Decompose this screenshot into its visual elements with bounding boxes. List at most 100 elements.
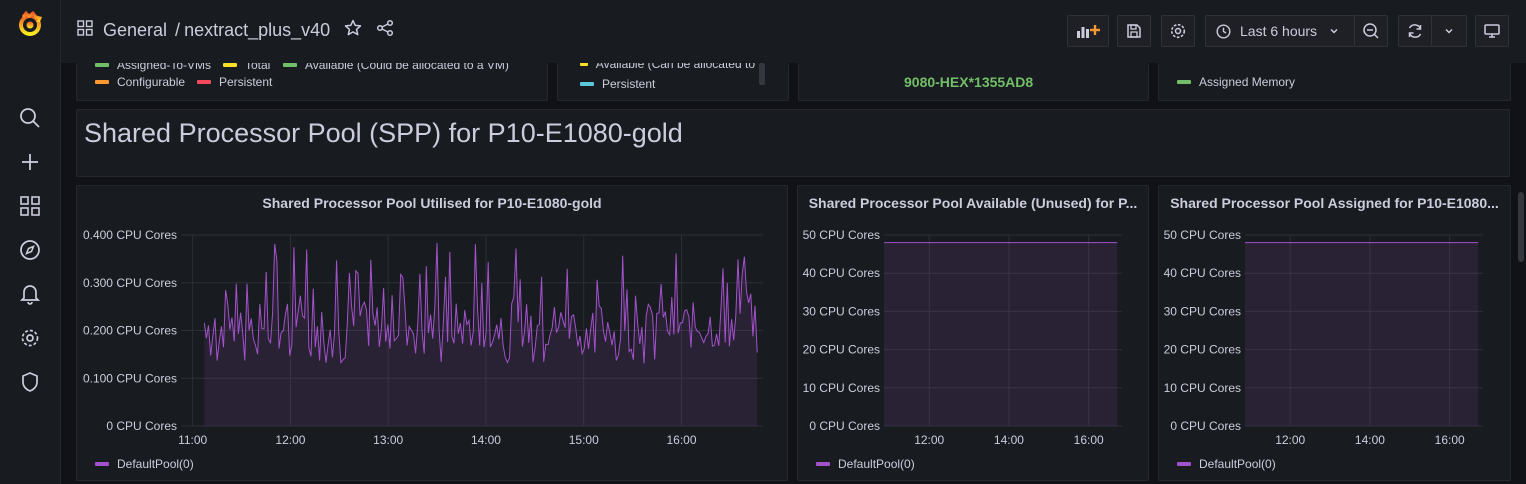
time-range-picker[interactable]: Last 6 hours: [1205, 15, 1355, 47]
breadcrumb-folder-link[interactable]: General: [103, 20, 167, 41]
y-tick-label: 20 CPU Cores: [803, 343, 880, 357]
legend-swatch: [1177, 462, 1191, 466]
legend-label: Persistent: [602, 77, 656, 91]
legend-item[interactable]: Total: [223, 63, 270, 72]
shield-icon[interactable]: [18, 370, 42, 394]
search-icon[interactable]: [18, 106, 42, 130]
star-icon[interactable]: [344, 19, 362, 42]
y-tick-label: 0 CPU Cores: [809, 419, 880, 433]
spp-assigned-chart[interactable]: 0 CPU Cores 10 CPU Cores 20 CPU Cores 30 CP…: [1159, 186, 1511, 481]
legend-item[interactable]: DefaultPool(0): [1177, 457, 1276, 471]
legend-item[interactable]: Assigned-To-VMs: [95, 63, 211, 72]
y-tick-label: 40 CPU Cores: [1164, 266, 1241, 280]
page-scrollbar[interactable]: [1518, 192, 1524, 262]
y-tick-label: 10 CPU Cores: [1164, 381, 1241, 395]
y-tick-label: 0 CPU Cores: [1170, 419, 1241, 433]
breadcrumb-separator: /: [175, 20, 181, 40]
spp-utilised-panel[interactable]: Shared Processor Pool Utilised for P10-E…: [76, 185, 788, 481]
tv-mode-button[interactable]: [1475, 15, 1509, 47]
legend-item[interactable]: Assigned Memory: [1177, 75, 1295, 89]
series-area: [1245, 242, 1479, 426]
legend-label: DefaultPool(0): [1199, 457, 1276, 471]
legend-item[interactable]: Available (Could be allocated to a VM): [283, 63, 509, 72]
explore-compass-icon[interactable]: [18, 238, 42, 262]
y-tick-label: 50 CPU Cores: [803, 228, 880, 242]
y-tick-label: 0.200 CPU Cores: [83, 324, 177, 338]
y-tick-label: 0.100 CPU Cores: [83, 371, 177, 385]
grafana-logo-icon[interactable]: [17, 10, 43, 37]
legend-swatch: [95, 63, 109, 67]
x-tick-label: 14:00: [1355, 433, 1385, 447]
legend-item[interactable]: Persistent: [580, 77, 655, 91]
dashboards-icon[interactable]: [18, 194, 42, 218]
cpu-legend-panel: Available (Can be allocated to Persisten…: [557, 63, 789, 101]
y-tick-label: 50 CPU Cores: [1164, 228, 1241, 242]
legend-label: DefaultPool(0): [117, 457, 194, 471]
legend-label: Total: [245, 63, 271, 72]
y-tick-label: 10 CPU Cores: [803, 381, 880, 395]
alerting-bell-icon[interactable]: [18, 282, 42, 306]
memory-legend-panel: Assigned-To-VMs Total Available (Could b…: [76, 63, 548, 101]
legend-label: Assigned Memory: [1199, 75, 1296, 89]
y-tick-label: 20 CPU Cores: [1164, 343, 1241, 357]
y-tick-label: 0.300 CPU Cores: [83, 276, 177, 290]
serial-number-value: 9080-HEX*1355AD8: [904, 74, 1034, 90]
x-tick-label: 14:00: [994, 433, 1024, 447]
y-tick-label: 30 CPU Cores: [803, 304, 880, 318]
legend-label: Assigned-To-VMs: [117, 63, 212, 72]
spp-available-chart[interactable]: 0 CPU Cores 10 CPU Cores 20 CPU Cores 30 CP…: [798, 186, 1149, 481]
legend-item[interactable]: Available (Can be allocated to: [580, 63, 755, 71]
plus-icon[interactable]: [18, 150, 42, 174]
x-tick-label: 15:00: [569, 433, 599, 447]
legend-label: DefaultPool(0): [838, 457, 915, 471]
clock-icon: [1216, 23, 1231, 39]
x-tick-label: 13:00: [373, 433, 403, 447]
legend-item[interactable]: DefaultPool(0): [95, 457, 194, 471]
legend-swatch: [95, 80, 109, 84]
legend-swatch: [283, 63, 297, 67]
legend-item[interactable]: DefaultPool(0): [816, 457, 915, 471]
chevron-down-icon: [1329, 26, 1339, 36]
legend-swatch: [580, 82, 594, 86]
spp-available-panel[interactable]: Shared Processor Pool Available (Unused)…: [797, 185, 1149, 481]
y-tick-label: 0 CPU Cores: [106, 419, 177, 433]
legend-swatch: [95, 462, 109, 466]
configuration-gear-icon[interactable]: [18, 326, 42, 350]
x-tick-label: 16:00: [1074, 433, 1104, 447]
legend-label: Available (Can be allocated to: [595, 63, 755, 71]
legend-swatch: [816, 462, 830, 466]
legend-swatch: [197, 80, 211, 84]
x-tick-label: 16:00: [667, 433, 697, 447]
add-panel-button[interactable]: [1067, 15, 1109, 47]
row-title: Shared Processor Pool (SPP) for P10-E108…: [84, 118, 683, 148]
save-dashboard-button[interactable]: [1117, 15, 1151, 47]
x-tick-label: 14:00: [471, 433, 501, 447]
legend-label: Persistent: [219, 75, 273, 89]
spp-utilised-chart[interactable]: 0 CPU Cores 0.100 CPU Cores 0.200 CPU Core…: [77, 186, 788, 481]
refresh-button[interactable]: [1398, 15, 1432, 47]
legend-swatch: [1177, 80, 1191, 84]
x-tick-label: 12:00: [914, 433, 944, 447]
refresh-interval-dropdown[interactable]: [1431, 15, 1467, 47]
dashboard-title-link[interactable]: nextract_plus_v40: [184, 20, 330, 41]
dashboard-grid-icon: [77, 20, 93, 41]
dashboard-settings-button[interactable]: [1161, 15, 1195, 47]
legend-scrollbar[interactable]: [759, 63, 765, 85]
x-tick-label: 12:00: [1275, 433, 1305, 447]
spp-assigned-panel[interactable]: Shared Processor Pool Assigned for P10-E…: [1158, 185, 1511, 481]
legend-item[interactable]: Persistent: [197, 75, 272, 89]
legend-swatch: [580, 63, 588, 66]
series-area: [884, 242, 1118, 426]
y-tick-label: 40 CPU Cores: [803, 266, 880, 280]
x-tick-label: 11:00: [178, 433, 207, 447]
y-tick-label: 0.400 CPU Cores: [83, 228, 177, 242]
x-tick-label: 16:00: [1435, 433, 1465, 447]
serial-stat-panel: 9080-HEX*1355AD8: [798, 63, 1149, 101]
share-icon[interactable]: [376, 19, 394, 42]
memory-assigned-panel: Assigned Memory: [1158, 63, 1511, 101]
legend-label: Available (Could be allocated to a VM): [305, 63, 509, 72]
legend-item[interactable]: Configurable: [95, 75, 185, 89]
zoom-out-button[interactable]: [1354, 15, 1388, 47]
legend-label: Configurable: [117, 75, 186, 89]
time-range-label: Last 6 hours: [1240, 23, 1318, 39]
